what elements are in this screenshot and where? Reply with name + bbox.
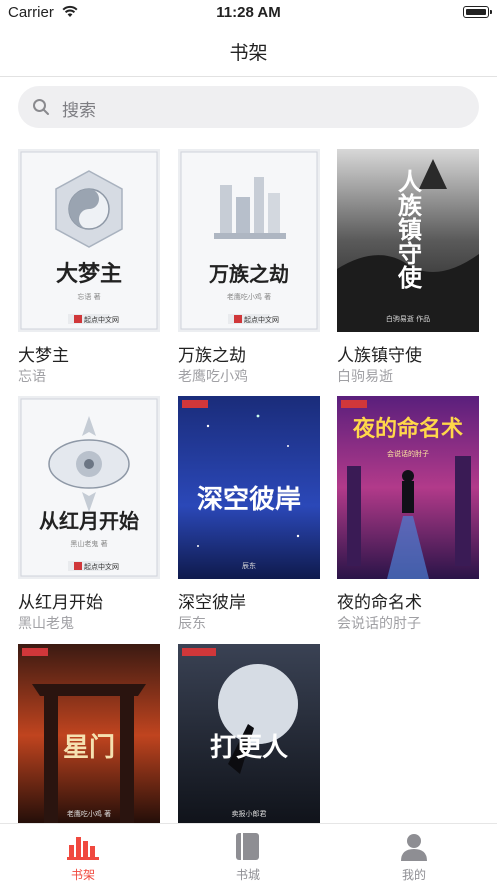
cover-author: 辰东	[242, 561, 256, 570]
person-icon	[401, 834, 427, 861]
book-item[interactable]: 大梦主 忘语 著起点中文网 大梦主 忘语	[18, 149, 160, 389]
cover-title: 人族镇守使	[394, 169, 423, 290]
book-cover[interactable]: 人族镇守使白驹易逝 作品	[337, 149, 479, 332]
book-title: 人族镇守使	[337, 346, 422, 366]
book-author: 老鹰吃小鸡	[178, 369, 248, 385]
navigation-bar: 书架	[0, 26, 497, 77]
book-title: 万族之劫	[178, 346, 246, 366]
book-cover[interactable]: 星门 老鹰吃小鸡 著	[18, 644, 160, 827]
book-author: 辰东	[178, 616, 206, 632]
book-title: 大梦主	[18, 346, 69, 366]
book-title: 深空彼岸	[178, 593, 246, 613]
book-title: 夜的命名术	[337, 593, 422, 613]
book-cover[interactable]: 深空彼岸 辰东	[178, 396, 320, 579]
battery-icon	[463, 6, 492, 18]
book-item[interactable]: 人族镇守使 白驹易逝 作品 人族镇守使 白驹易逝	[337, 149, 479, 389]
cover-publisher: 起点中文网	[244, 315, 279, 324]
book-item[interactable]: 从红月开始 黑山老鬼 著起点中文网 从红月开始 黑山老鬼	[18, 396, 160, 636]
book-item[interactable]: 万族之劫 老鹰吃小鸡 著起点中文网 万族之劫 老鹰吃小鸡	[178, 149, 320, 389]
cover-author: 忘语 著	[77, 292, 100, 301]
cover-title: 大梦主	[56, 261, 122, 287]
page-title: 书架	[229, 42, 268, 64]
book-cover[interactable]: 打更人 卖报小郎君	[178, 644, 320, 827]
cover-publisher: 起点中文网	[84, 315, 119, 324]
book-item[interactable]: 星门 老鹰吃小鸡 著	[18, 644, 160, 827]
book-author: 忘语	[18, 369, 46, 385]
cover-author: 老鹰吃小鸡 著	[67, 809, 111, 818]
cover-title: 深空彼岸	[197, 484, 301, 515]
book-title: 从红月开始	[18, 593, 103, 613]
tab-label-bookstore: 书城	[235, 868, 260, 882]
book-author: 白驹易逝	[337, 369, 393, 385]
bookshelf-icon	[67, 837, 99, 860]
cover-title: 打更人	[210, 733, 288, 763]
clock: 11:28 AM	[216, 4, 281, 21]
tab-label-mine: 我的	[401, 868, 426, 882]
cover-author: 老鹰吃小鸡 著	[227, 292, 271, 301]
book-author: 黑山老鬼	[18, 616, 74, 632]
search-bar[interactable]: 搜索	[18, 86, 479, 128]
book-item[interactable]: 打更人 卖报小郎君	[178, 644, 320, 827]
cover-title: 从红月开始	[39, 509, 139, 533]
book-cover[interactable]: 从红月开始黑山老鬼 著起点中文网	[18, 396, 160, 579]
cover-author: 会说话的肘子	[387, 449, 429, 458]
tab-label-bookshelf: 书架	[70, 868, 95, 882]
status-bar: Carrier 11:28 AM	[0, 0, 497, 26]
cover-author: 白驹易逝 作品	[386, 314, 430, 323]
book-item[interactable]: 深空彼岸 辰东 深空彼岸 辰东	[178, 396, 320, 636]
cover-title: 万族之劫	[208, 262, 289, 286]
search-placeholder: 搜索	[62, 101, 96, 121]
tab-bookshelf[interactable]: 书架	[33, 824, 133, 884]
cover-title: 夜的命名术	[352, 416, 463, 442]
book-icon	[236, 833, 259, 860]
book-cover[interactable]: 夜的命名术会说话的肘子	[337, 396, 479, 579]
cover-author: 卖报小郎君	[232, 809, 267, 818]
tab-bar: 书架 书城 我的	[0, 823, 497, 884]
cover-author: 黑山老鬼 著	[70, 539, 107, 548]
cover-publisher: 起点中文网	[84, 562, 119, 571]
cover-title: 星门	[63, 733, 115, 763]
tab-mine[interactable]: 我的	[364, 824, 464, 884]
book-item[interactable]: 夜的命名术 会说话的肘子 夜的命名术 会说话的肘子	[337, 396, 479, 636]
book-author: 会说话的肘子	[337, 616, 421, 632]
book-cover[interactable]: 万族之劫老鹰吃小鸡 著起点中文网	[178, 149, 320, 332]
tab-bookstore[interactable]: 书城	[198, 824, 298, 884]
search-icon	[33, 99, 49, 115]
book-cover[interactable]: 大梦主忘语 著起点中文网	[18, 149, 160, 332]
